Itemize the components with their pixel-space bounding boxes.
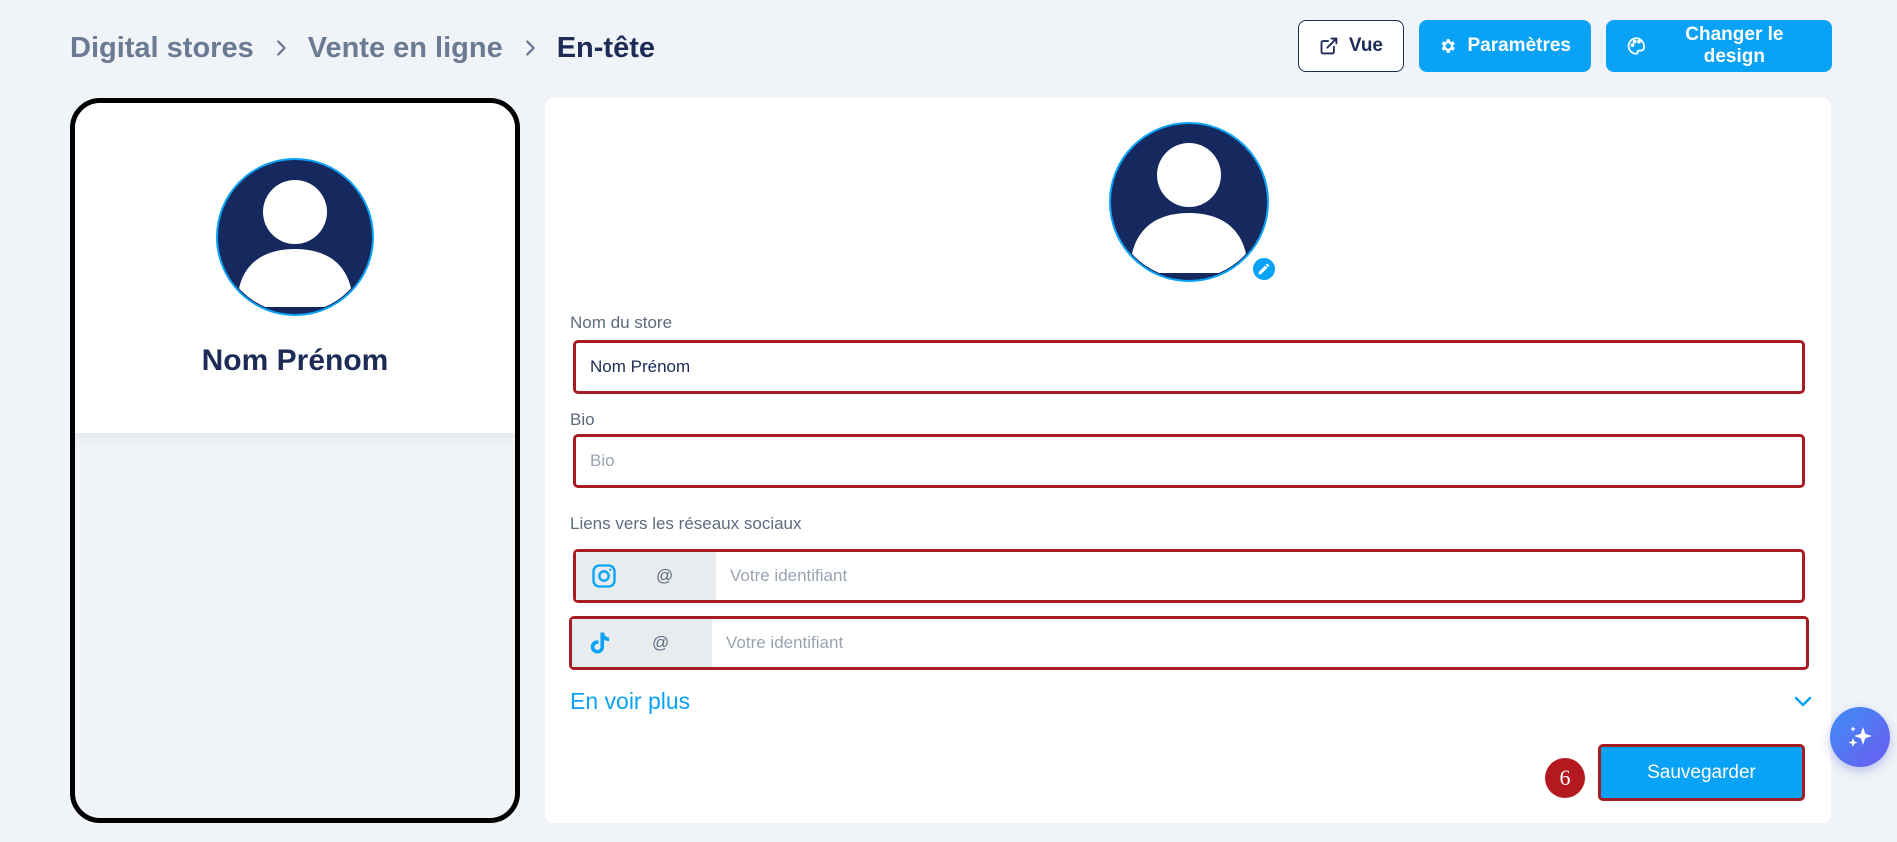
bio-input[interactable]	[576, 437, 1802, 485]
breadcrumb-digital-stores[interactable]: Digital stores	[70, 32, 254, 65]
chevron-right-icon	[519, 37, 541, 59]
settings-button[interactable]: Paramètres	[1419, 20, 1591, 72]
at-prefix: @	[652, 633, 670, 652]
tiktok-field: @	[569, 616, 1809, 670]
tiktok-handle-input[interactable]	[712, 619, 1806, 667]
phone-preview: Nom Prénom	[70, 98, 520, 823]
edit-avatar-button[interactable]	[1250, 255, 1278, 283]
external-link-icon	[1320, 37, 1338, 55]
step-number-badge: 6	[1545, 758, 1585, 798]
social-links-label: Liens vers les réseaux sociaux	[570, 514, 802, 533]
header-toolbar: Vue Paramètres Changer le design	[1298, 20, 1832, 72]
ai-assistant-button[interactable]	[1830, 707, 1890, 767]
instagram-prefix: @	[576, 552, 716, 600]
at-prefix: @	[656, 566, 674, 585]
show-more-label: En voir plus	[570, 687, 691, 714]
breadcrumb-vente-en-ligne[interactable]: Vente en ligne	[308, 32, 503, 65]
avatar-icon	[216, 158, 374, 316]
save-button[interactable]: Sauvegarder	[1598, 744, 1805, 801]
breadcrumb: Digital stores Vente en ligne En-tête	[70, 28, 655, 68]
store-name-field	[573, 340, 1805, 394]
change-design-button-label: Changer le design	[1685, 24, 1784, 67]
avatar-icon	[1109, 122, 1269, 282]
view-button-label: Vue	[1348, 35, 1383, 56]
pencil-icon	[1258, 263, 1270, 275]
header-form-card: Nom du store Bio Liens vers les réseaux …	[545, 98, 1831, 823]
show-more-toggle[interactable]: En voir plus	[570, 686, 1815, 716]
settings-button-label: Paramètres	[1467, 35, 1571, 56]
tiktok-icon	[590, 632, 610, 654]
instagram-field: @	[573, 549, 1805, 603]
bio-label: Bio	[570, 410, 595, 429]
preview-profile-card: Nom Prénom	[75, 103, 515, 433]
change-design-button[interactable]: Changer le design	[1606, 20, 1832, 72]
palette-icon	[1627, 37, 1646, 55]
breadcrumb-current: En-tête	[556, 31, 656, 64]
gear-icon	[1441, 39, 1455, 53]
sparkles-icon	[1848, 726, 1872, 747]
avatar-upload[interactable]	[1108, 121, 1278, 283]
instagram-handle-input[interactable]	[716, 552, 1802, 600]
bio-field	[573, 434, 1805, 488]
preview-name: Nom Prénom	[201, 344, 389, 377]
tiktok-prefix: @	[572, 619, 712, 667]
instagram-icon	[592, 564, 616, 588]
store-name-label: Nom du store	[570, 313, 673, 332]
view-button[interactable]: Vue	[1298, 20, 1404, 72]
chevron-right-icon	[270, 37, 292, 59]
chevron-down-icon	[1794, 696, 1812, 707]
store-name-input[interactable]	[576, 343, 1802, 391]
